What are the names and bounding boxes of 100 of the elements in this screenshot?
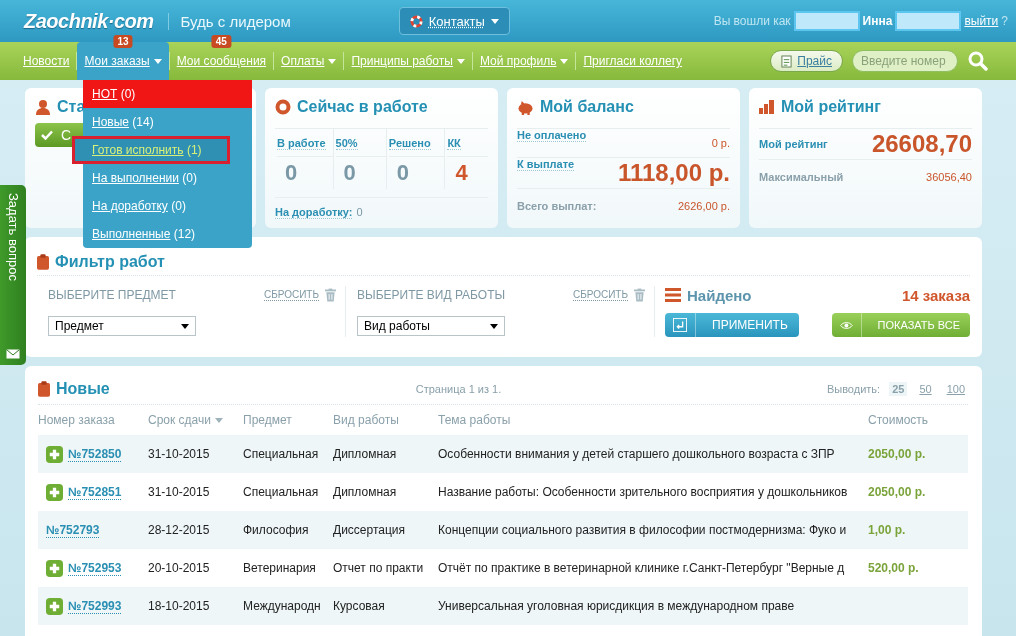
search-icon[interactable] <box>968 51 988 71</box>
contacts-button[interactable]: Контакты <box>398 7 510 35</box>
bar-chart-icon <box>759 100 775 114</box>
rating-value: 26608,70 <box>871 130 972 158</box>
search-field[interactable]: Введите номер <box>852 50 958 72</box>
stat-value: 4 <box>447 156 488 189</box>
price-cell-text: 520,00 р. <box>868 561 920 575</box>
add-icon[interactable] <box>46 597 63 615</box>
order-link[interactable]: №752793 <box>46 522 100 538</box>
eye-icon <box>840 319 853 331</box>
menu-item[interactable]: На выполнении (0) <box>83 164 252 192</box>
stat-value: 0 <box>388 156 445 189</box>
order-link[interactable]: №752993 <box>68 598 122 614</box>
column-header: Номер заказа <box>38 413 116 427</box>
table-cell-text: 18-10-2015 <box>148 599 211 613</box>
caret-icon <box>490 18 499 24</box>
feedback-tab[interactable]: Задать вопрос <box>0 185 26 365</box>
dropdown-field[interactable]: Предмет <box>48 316 196 336</box>
trash-icon[interactable] <box>325 288 336 302</box>
reset-link[interactable]: СБРОСИТЬ <box>263 289 319 301</box>
sort-icon <box>214 417 223 423</box>
rework-value: 0 <box>356 206 363 218</box>
order-link[interactable]: №752850 <box>68 446 122 462</box>
site-slogan: Будь с лидером <box>167 12 291 30</box>
stat-label[interactable]: Решено <box>388 137 431 150</box>
show-all-button[interactable]: ПОКАЗАТЬ ВСЕ <box>832 313 970 337</box>
nav-tab[interactable]: Новости <box>16 42 77 80</box>
rework-label[interactable]: На доработку: <box>275 206 353 219</box>
list-icon <box>665 288 681 302</box>
per-page-label: Выводить: <box>826 383 881 395</box>
dropdown-field[interactable]: Вид работы <box>357 316 505 336</box>
apply-button[interactable]: ПРИМЕНИТЬ <box>665 313 799 337</box>
order-link[interactable]: №752851 <box>68 484 122 500</box>
clipboard-icon <box>37 254 49 270</box>
add-icon[interactable] <box>46 483 63 501</box>
table-cell-text: 28-12-2015 <box>148 523 211 537</box>
found-label: Найдено <box>687 286 753 304</box>
balance-value: 0 р. <box>711 137 730 149</box>
count-badge: 45 <box>211 35 231 48</box>
menu-item[interactable]: НОТ (0) <box>83 80 252 108</box>
table-cell-text: Философия <box>243 523 310 537</box>
question-mark: ? <box>1001 14 1008 28</box>
panel-title: Фильтр работ <box>55 253 165 271</box>
menu-item[interactable]: На доработку (0) <box>83 192 252 220</box>
column-header: Стоимость <box>868 413 930 427</box>
nav-tab[interactable]: Оплаты <box>274 42 344 80</box>
nav-tab[interactable]: Пригласи коллегу <box>576 42 690 80</box>
per-page-option[interactable]: 100 <box>943 382 968 396</box>
per-page-option[interactable]: 25 <box>889 382 908 396</box>
column-header[interactable]: Срок сдачи <box>148 413 243 427</box>
nav-tab[interactable]: Принципы работы <box>344 42 472 80</box>
balance-label[interactable]: К выплате <box>517 158 575 171</box>
balance-value: 1118,00 р. <box>617 159 730 187</box>
stat-label[interactable]: 50% <box>335 137 358 150</box>
add-icon[interactable] <box>46 559 63 577</box>
reset-link[interactable]: СБРОСИТЬ <box>572 289 628 301</box>
table-cell-text: Название работы: Особенности зрительного восприятия у дошкольников <box>438 485 849 499</box>
rating-value: 36056,40 <box>926 171 972 183</box>
column-header: Тема работы <box>438 413 512 427</box>
trash-icon[interactable] <box>634 288 645 302</box>
envelope-icon <box>6 349 20 359</box>
table-cell-text: Отчет по практи <box>333 561 425 575</box>
table-cell-text: Дипломная <box>333 485 398 499</box>
table-cell-text: Курсовая <box>333 599 386 613</box>
document-icon <box>781 54 793 68</box>
hidden-field <box>895 11 962 31</box>
stat-label[interactable]: В работе <box>277 137 326 150</box>
logout-link[interactable]: выйти <box>964 14 999 28</box>
card-title: Мой баланс <box>540 98 634 116</box>
price-cell-text: 2050,00 р. <box>868 447 927 461</box>
table-cell-text: Международн <box>243 599 322 613</box>
table-cell-text: Концепции социального развития в философии постмодернизма: Фуко и <box>438 523 848 537</box>
enter-icon <box>673 318 687 332</box>
caret-icon <box>181 323 189 329</box>
order-link[interactable]: №752953 <box>68 560 122 576</box>
stat-value: 0 <box>277 156 333 189</box>
menu-item[interactable]: Готов исполнить (1) <box>72 136 230 164</box>
piggy-bank-icon <box>517 99 534 115</box>
price-cell-text: 2050,00 р. <box>868 485 927 499</box>
column-header: Предмет <box>243 413 293 427</box>
table-cell-text: Специальная <box>243 485 320 499</box>
ring-icon <box>275 99 291 115</box>
per-page-option[interactable]: 50 <box>916 382 935 396</box>
price-cell-text: 1,00 р. <box>868 523 907 537</box>
add-icon[interactable] <box>46 445 63 463</box>
check-icon <box>41 130 53 140</box>
panel-title: Новые <box>56 380 110 398</box>
caret-icon <box>490 323 498 329</box>
site-logo[interactable]: Zaochnik·com <box>24 9 154 33</box>
nav-tab[interactable]: Мой профиль <box>472 42 576 80</box>
lifebuoy-icon <box>409 14 423 28</box>
menu-item[interactable]: Выполненные (12) <box>83 220 252 248</box>
price-button[interactable]: Прайс <box>770 50 843 72</box>
hidden-field <box>793 11 860 31</box>
balance-label[interactable]: Не оплачено <box>517 129 587 142</box>
stat-label[interactable]: КК <box>447 137 461 150</box>
found-count: 14 заказа <box>901 286 970 304</box>
table-cell-text: Дипломная <box>333 447 398 461</box>
card-title: Сейчас в работе <box>297 98 428 116</box>
stat-value: 0 <box>335 156 386 189</box>
